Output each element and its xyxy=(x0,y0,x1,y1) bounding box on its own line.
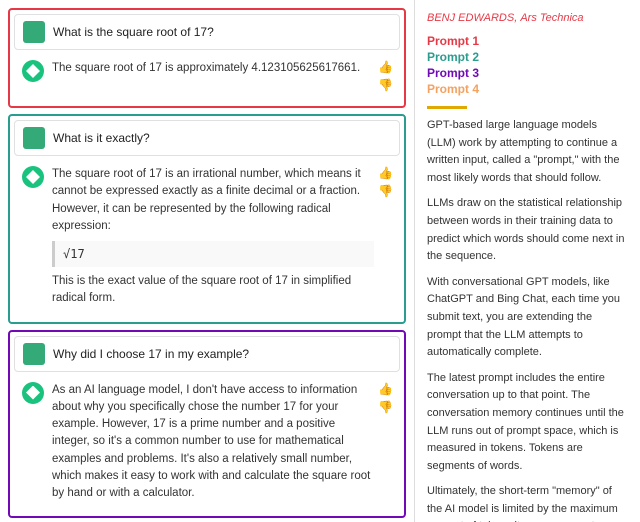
ai-icon xyxy=(22,60,44,82)
ai-icon xyxy=(22,382,44,404)
prompt-group-2: What is it exactly? The square root of 1… xyxy=(8,114,406,324)
user-icon xyxy=(23,21,45,43)
prompt-label-3[interactable]: Prompt 3 xyxy=(427,66,628,80)
ai-icon-shape xyxy=(26,386,40,400)
prompt-label-1[interactable]: Prompt 1 xyxy=(427,34,628,48)
math-block: √17 xyxy=(52,241,374,267)
article-paragraph-1: GPT-based large language models (LLM) wo… xyxy=(427,117,628,187)
prompt-legend: Prompt 1 Prompt 2 Prompt 3 Prompt 4 xyxy=(427,34,628,96)
ai-icon-shape xyxy=(26,170,40,184)
article-paragraph-2: LLMs draw on the statistical relationshi… xyxy=(427,195,628,265)
article-paragraph-4: The latest prompt includes the entire co… xyxy=(427,370,628,476)
prompt-label-2[interactable]: Prompt 2 xyxy=(427,50,628,64)
thumbs-down-icon[interactable]: 👎 xyxy=(378,78,392,92)
ai-message: The square root of 17 is an irrational n… xyxy=(14,160,400,314)
user-message: Why did I choose 17 in my example? xyxy=(14,336,400,372)
ai-message-text: The square root of 17 is an irrational n… xyxy=(52,166,374,308)
info-panel: BENJ EDWARDS, Ars Technica Prompt 1Promp… xyxy=(415,0,640,522)
ai-message-actions[interactable]: 👍 👎 xyxy=(378,60,392,92)
ai-message-actions[interactable]: 👍 👎 xyxy=(378,166,392,198)
ai-icon xyxy=(22,166,44,188)
user-message: What is the square root of 17? xyxy=(14,14,400,50)
article-author: BENJ EDWARDS, Ars Technica xyxy=(427,12,628,24)
ai-message-text: The square root of 17 is approximately 4… xyxy=(52,60,374,77)
prompt-group-3: Why did I choose 17 in my example? As an… xyxy=(8,330,406,519)
article-paragraph-3: With conversational GPT models, like Cha… xyxy=(427,274,628,362)
article-body: GPT-based large language models (LLM) wo… xyxy=(427,117,628,522)
ai-message-actions[interactable]: 👍 👎 xyxy=(378,382,392,414)
user-message-text: What is the square root of 17? xyxy=(53,25,391,39)
user-icon xyxy=(23,343,45,365)
thumbs-up-icon[interactable]: 👍 xyxy=(378,382,392,396)
thumbs-down-icon[interactable]: 👎 xyxy=(378,184,392,198)
user-message-text: Why did I choose 17 in my example? xyxy=(53,347,391,361)
user-icon xyxy=(23,127,45,149)
thumbs-up-icon[interactable]: 👍 xyxy=(378,166,392,180)
ai-message: As an AI language model, I don't have ac… xyxy=(14,376,400,509)
prompt-group-1: What is the square root of 17? The squar… xyxy=(8,8,406,108)
chat-panel[interactable]: What is the square root of 17? The squar… xyxy=(0,0,415,522)
author-name: BENJ EDWARDS, xyxy=(427,12,517,24)
author-outlet: Ars Technica xyxy=(520,12,583,24)
prompt-label-4[interactable]: Prompt 4 xyxy=(427,82,628,96)
thumbs-down-icon[interactable]: 👎 xyxy=(378,400,392,414)
divider xyxy=(427,106,467,109)
user-message: What is it exactly? xyxy=(14,120,400,156)
ai-message: The square root of 17 is approximately 4… xyxy=(14,54,400,98)
article-paragraph-5: Ultimately, the short-term "memory" of t… xyxy=(427,483,628,522)
thumbs-up-icon[interactable]: 👍 xyxy=(378,60,392,74)
ai-message-text: As an AI language model, I don't have ac… xyxy=(52,382,374,503)
ai-icon-shape xyxy=(26,64,40,78)
user-message-text: What is it exactly? xyxy=(53,131,391,145)
